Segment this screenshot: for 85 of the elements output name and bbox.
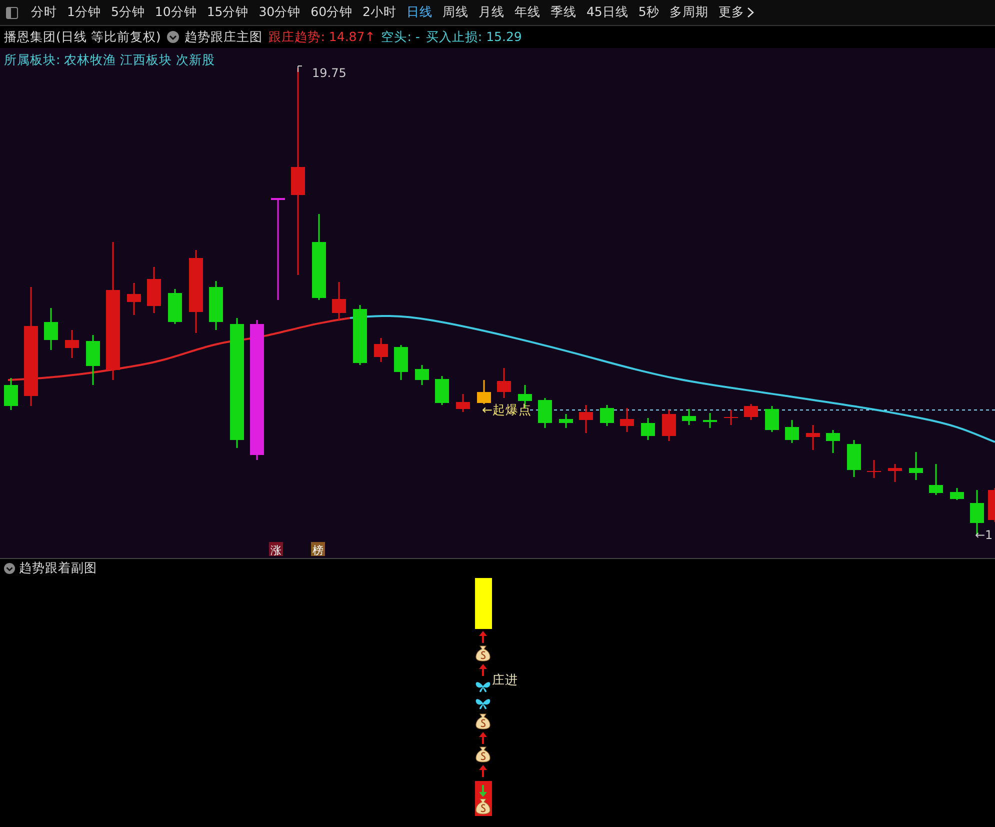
period-tab[interactable]: 年线 [509,4,546,21]
candlestick [559,414,573,428]
candlestick [806,425,820,450]
signal-label: ←起爆点 [482,402,532,417]
more-button[interactable]: 更多 [713,4,760,21]
candlestick [950,488,964,500]
indicator-value: 空头: - [381,28,420,46]
marker-tag: 涨 [269,542,283,557]
candlestick [682,409,696,425]
candlestick [332,282,346,320]
candlestick [988,488,995,522]
candlestick [435,376,449,405]
candlestick [538,398,552,428]
candlestick [765,406,779,432]
candlestick [127,283,141,315]
candlestick [703,413,717,428]
candlestick [929,464,943,495]
period-tab[interactable]: 月线 [473,4,510,21]
arrow-down-icon [479,785,487,797]
candlestick [579,405,593,433]
period-tab[interactable]: 周线 [437,4,474,21]
price-label: ←1 [975,528,993,542]
indicator-value: 跟庄趋势: 14.87↑ [268,28,376,46]
arrow-up-icon [479,765,487,777]
candlestick [65,330,79,358]
period-tab[interactable]: 30分钟 [254,4,306,21]
money-bag-icon [476,746,490,762]
candlestick [477,380,491,404]
candlestick [662,410,676,441]
signal-bar [475,578,492,629]
candlestick [847,440,861,477]
dropdown-icon[interactable] [4,563,15,574]
money-bag-icon [476,798,490,814]
butterfly-icon [476,699,490,710]
period-tab[interactable]: 10分钟 [150,4,202,21]
period-tab[interactable]: 日线 [401,4,438,21]
candlestick [147,267,161,313]
arrow-up-icon [479,631,487,643]
period-tab[interactable]: 季线 [545,4,582,21]
chevron-right-icon [747,7,754,18]
period-tab[interactable]: 15分钟 [202,4,254,21]
candlestick [374,338,388,362]
indicator-name[interactable]: 趋势跟着副图 [19,560,97,577]
candlestick [44,308,58,350]
period-tab[interactable]: 5秒 [633,4,664,21]
candlestick [209,281,223,330]
candlestick [168,289,182,324]
stock-title: 播恩集团(日线 等比前复权) [4,28,161,46]
period-tab[interactable]: 45日线 [581,4,634,21]
period-tab[interactable]: 2小时 [358,4,402,21]
candlestick [620,408,634,432]
signal-label: 庄进 [492,672,518,689]
marker-tag: 榜 [311,542,325,557]
candlestick [909,452,923,480]
period-tab[interactable]: 5分钟 [106,4,150,21]
candlestick [641,418,655,440]
candlestick [456,394,470,412]
candlestick [394,345,408,380]
panel-toggle-icon[interactable] [6,6,18,18]
indicator-value: 买入止损: 15.29 [426,28,522,46]
indicator-name[interactable]: 趋势跟庄主图 [184,28,263,46]
butterfly-icon [476,682,490,692]
candlestick [785,420,799,443]
dropdown-icon[interactable] [166,31,179,43]
price-label: 19.75 [298,66,346,80]
period-tab[interactable]: 多周期 [664,4,714,21]
arrow-up-icon [479,664,487,676]
candlestick [497,368,511,398]
period-tab[interactable]: 60分钟 [306,4,358,21]
candlestick [724,410,738,425]
candlestick [600,405,614,426]
candlestick [744,404,758,420]
candlestick [415,365,429,385]
candlestick [353,305,367,365]
candlestick [86,335,100,385]
period-tab[interactable]: 1分钟 [62,4,106,21]
candlestick [888,464,902,482]
money-bag-icon [476,714,490,730]
candlestick [867,460,881,478]
period-tab[interactable]: 分时 [26,4,62,21]
candlestick [826,430,840,453]
money-bag-icon [476,646,490,662]
sector-label: 所属板块: 农林牧渔 江西板块 次新股 [4,52,216,69]
candlestick [4,378,18,410]
arrow-up-icon [479,732,487,744]
